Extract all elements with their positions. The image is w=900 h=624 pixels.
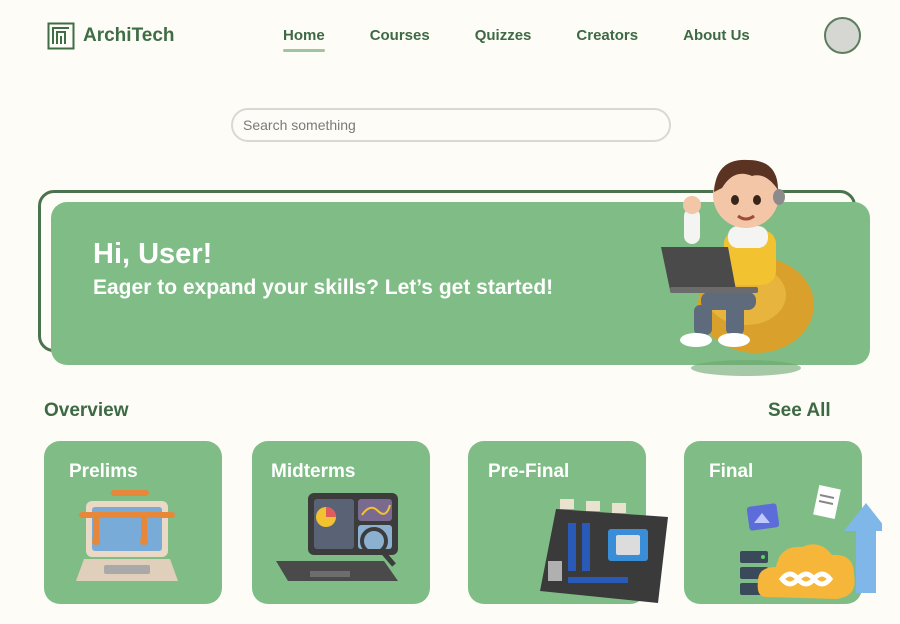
main-nav: Home Courses Quizzes Creators About Us	[283, 27, 795, 52]
search-input[interactable]	[233, 116, 669, 134]
nav-courses[interactable]: Courses	[370, 27, 430, 44]
laptop-analytics-icon	[276, 493, 398, 581]
search-bar	[231, 108, 671, 142]
nav-creators[interactable]: Creators	[576, 27, 638, 44]
archi-logo-icon	[47, 22, 75, 50]
see-all-link[interactable]: See All	[768, 400, 831, 422]
greeting-text: Hi, User!	[93, 238, 213, 270]
card-pre-final[interactable]: Pre-Final	[468, 441, 668, 604]
nav-about-us[interactable]: About Us	[683, 27, 750, 44]
logo[interactable]: ArchiTech	[47, 22, 175, 50]
card-midterms[interactable]: Midterms	[252, 441, 430, 604]
card-final[interactable]: Final	[684, 441, 882, 604]
nav-quizzes[interactable]: Quizzes	[475, 27, 532, 44]
laptop-pipes-icon	[76, 490, 178, 581]
card-title: Pre-Final	[488, 461, 570, 482]
cloud-infinity-icon	[740, 485, 882, 599]
motherboard-icon	[540, 499, 668, 603]
card-title: Final	[709, 461, 754, 482]
card-title: Prelims	[69, 461, 138, 482]
overview-title: Overview	[44, 400, 129, 421]
banner-subtitle: Eager to expand your skills? Let’s get s…	[93, 276, 554, 299]
card-title: Midterms	[271, 461, 356, 482]
card-prelims[interactable]: Prelims	[44, 441, 222, 604]
logo-text: ArchiTech	[83, 25, 175, 46]
nav-home[interactable]: Home	[283, 27, 325, 52]
user-avatar[interactable]	[824, 17, 861, 54]
mascot-boy-laptop-icon	[661, 159, 814, 376]
